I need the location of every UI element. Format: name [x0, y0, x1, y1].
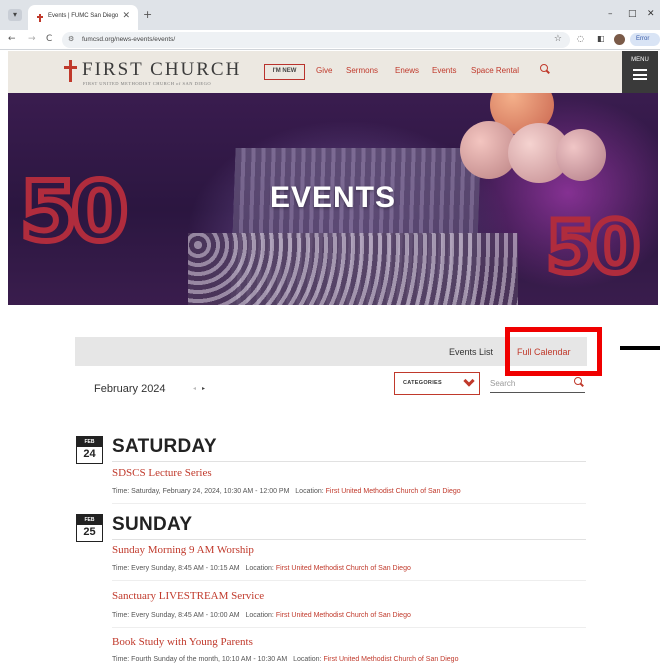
logo-tagline: FIRST UNITED METHODIST CHURCH of SAN DIE… [83, 81, 212, 86]
divider [112, 580, 586, 581]
chevron-down-icon [463, 375, 475, 387]
day-heading: SATURDAY [112, 436, 217, 457]
date-badge-month: FEB [77, 515, 102, 525]
event-location-link[interactable]: First United Methodist Church of San Die… [276, 565, 411, 572]
page-title: EVENTS [269, 181, 397, 214]
church-favicon-icon [36, 14, 43, 22]
search-input[interactable] [490, 374, 570, 392]
divider [112, 627, 586, 628]
event-time: Time: Every Sunday, 8:45 AM - 10:00 AM [112, 612, 240, 619]
event-title-link[interactable]: Book Study with Young Parents [112, 636, 253, 648]
event-title-link[interactable]: SDSCS Lecture Series [112, 467, 212, 479]
event-location-label: Location: [293, 656, 322, 663]
day-heading: SUNDAY [112, 514, 193, 535]
event-meta: Time: Saturday, February 24, 2024, 10:30… [112, 488, 461, 495]
event-location-link[interactable]: First United Methodist Church of San Die… [323, 656, 458, 663]
hero-balloon-number: 50 [543, 202, 643, 292]
event-title-link[interactable]: Sunday Morning 9 AM Worship [112, 544, 254, 556]
date-badge: FEB 24 [76, 436, 103, 464]
minimize-button[interactable]: – [608, 9, 613, 19]
hero-crowd [188, 233, 518, 305]
menu-button[interactable]: MENU [622, 51, 658, 93]
event-meta: Time: Every Sunday, 8:45 AM - 10:00 AM L… [112, 612, 411, 619]
back-button[interactable]: ← [8, 34, 16, 44]
divider [112, 503, 586, 504]
date-badge: FEB 25 [76, 514, 103, 542]
event-location-link[interactable]: First United Methodist Church of San Die… [276, 612, 411, 619]
event-time: Time: Fourth Sunday of the month, 10:10 … [112, 656, 288, 663]
event-time: Time: Every Sunday, 8:45 AM - 10:15 AM [112, 565, 240, 572]
event-meta: Time: Every Sunday, 8:45 AM - 10:15 AM L… [112, 565, 411, 572]
events-list-tab[interactable]: Events List [449, 347, 493, 357]
nav-link-space-rental[interactable]: Space Rental [471, 66, 519, 75]
date-badge-day: 24 [83, 448, 96, 460]
divider [112, 461, 586, 462]
im-new-button[interactable]: I'M NEW [264, 64, 305, 80]
side-panel-icon[interactable]: ◧ [597, 34, 605, 43]
event-location-label: Location: [245, 612, 274, 619]
nav-link-sermons[interactable]: Sermons [346, 66, 378, 75]
tab-close-icon[interactable]: ✕ [122, 11, 130, 21]
search-icon[interactable] [574, 377, 584, 389]
event-meta: Time: Fourth Sunday of the month, 10:10 … [112, 656, 458, 663]
event-time: Time: Saturday, February 24, 2024, 10:30… [112, 488, 290, 495]
event-location-label: Location: [295, 488, 324, 495]
hamburger-icon [633, 69, 647, 80]
annotation-arrow [620, 346, 660, 350]
nav-link-enews[interactable]: Enews [395, 66, 419, 75]
balloon [556, 129, 606, 181]
categories-dropdown[interactable]: CATEGORIES [394, 372, 480, 395]
error-pill[interactable]: Error [630, 33, 660, 46]
browser-tab-events[interactable]: Events | FUMC San Diego ✕ [28, 5, 138, 30]
nav-link-events[interactable]: Events [432, 66, 456, 75]
bookmark-star-icon[interactable]: ☆ [554, 34, 562, 44]
tab-title: Events | FUMC San Diego [48, 13, 119, 19]
address-bar[interactable]: ⚙ fumcsd.org/news-events/events/ ☆ [62, 32, 570, 48]
restore-button[interactable]: □ [628, 9, 637, 19]
event-location-link[interactable]: First United Methodist Church of San Die… [326, 488, 461, 495]
extensions-icon[interactable]: ◌ [577, 34, 584, 43]
url-text[interactable]: fumcsd.org/news-events/events/ [82, 36, 175, 43]
month-label: February 2024 [94, 383, 166, 395]
divider [112, 539, 586, 540]
new-tab-button[interactable]: + [143, 8, 152, 21]
logo-name[interactable]: FIRST CHURCH [82, 59, 241, 81]
search-icon[interactable] [540, 64, 550, 76]
prev-month-icon[interactable]: ◂ [193, 385, 196, 392]
date-badge-day: 25 [83, 526, 96, 538]
profile-avatar[interactable] [614, 34, 625, 45]
site-info-icon[interactable]: ⚙ [68, 35, 74, 43]
browser-toolbar: ← → C ⚙ fumcsd.org/news-events/events/ ☆… [0, 30, 660, 50]
event-title-link[interactable]: Sanctuary LIVESTREAM Service [112, 590, 264, 602]
hero-banner: 50 50 EVENTS [8, 93, 658, 305]
nav-link-give[interactable]: Give [316, 66, 332, 75]
highlight-annotation-box [505, 327, 602, 376]
browser-tab-strip: ▾ Events | FUMC San Diego ✕ + – □ ✕ [0, 0, 660, 30]
date-badge-month: FEB [77, 437, 102, 447]
event-search [490, 374, 585, 393]
next-month-icon[interactable]: ▸ [202, 385, 205, 392]
menu-label: MENU [631, 57, 649, 63]
event-location-label: Location: [245, 565, 274, 572]
categories-label: CATEGORIES [403, 380, 442, 386]
forward-button[interactable]: → [28, 34, 36, 44]
tab-search-chevron-icon[interactable]: ▾ [8, 9, 22, 21]
cross-flame-logo-icon[interactable] [64, 60, 78, 82]
site-header: FIRST CHURCH FIRST UNITED METHODIST CHUR… [8, 51, 658, 93]
close-window-button[interactable]: ✕ [647, 9, 655, 19]
reload-button[interactable]: C [46, 34, 52, 44]
